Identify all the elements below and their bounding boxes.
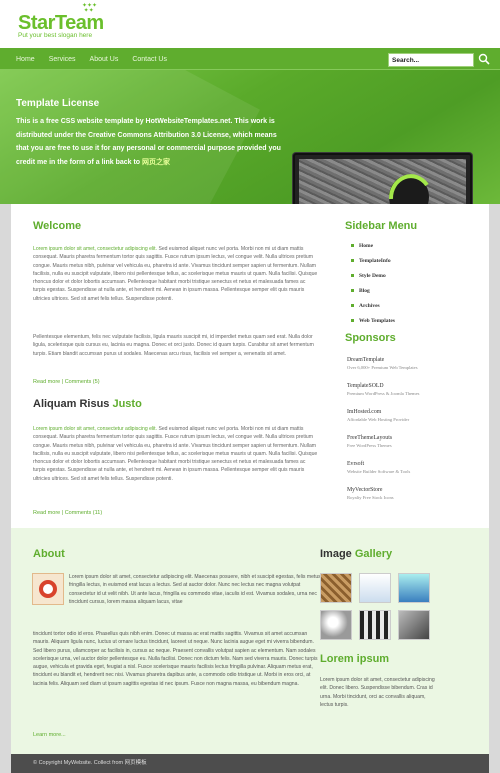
- sidebar-item-blog[interactable]: Blog: [351, 287, 395, 302]
- sidebar-item-style-demo[interactable]: Style Demo: [351, 272, 395, 287]
- image-gallery: [320, 573, 440, 640]
- nav-services[interactable]: Services: [49, 55, 76, 66]
- footer: © Copyright MyWebsite. Collect from 网页模板: [11, 754, 489, 773]
- sidebar-title: Sidebar Menu: [345, 220, 418, 232]
- nav-home[interactable]: Home: [16, 55, 35, 66]
- sponsor-item[interactable]: MyVectorStore Royalty Free Stock Icons: [347, 487, 419, 513]
- welcome-paragraph-2: Pellentesque elementum, felis nec vulput…: [33, 334, 314, 357]
- aliquam-read-more-link[interactable]: Read more | Comments (11): [33, 509, 102, 518]
- sidebar-item-templateinfo[interactable]: TemplateInfo: [351, 257, 395, 272]
- gallery-thumb-3[interactable]: [398, 573, 430, 603]
- gallery-thumb-1[interactable]: [320, 573, 352, 603]
- sponsor-item[interactable]: Evrsoft Website Builder Software & Tools: [347, 461, 419, 487]
- nav-contact-us[interactable]: Contact Us: [132, 55, 167, 66]
- aliquam-title: Aliquam Risus Justo: [33, 398, 142, 410]
- banner-text: This is a free CSS website template by H…: [16, 118, 281, 166]
- page: StarTeam ✦✦✦ ✦✦ Put your best slogan her…: [0, 0, 500, 773]
- welcome-paragraph-1: Lorem ipsum dolor sit amet, consectetur …: [33, 246, 318, 302]
- gallery-thumb-2[interactable]: [359, 573, 391, 603]
- gallery-thumb-4[interactable]: [320, 610, 352, 640]
- about-learn-more-link[interactable]: Learn more...: [33, 731, 66, 740]
- main-content: Welcome Lorem ipsum dolor sit amet, cons…: [11, 204, 489, 528]
- banner-link[interactable]: 网页之家: [142, 159, 170, 166]
- search-input[interactable]: Search...: [388, 53, 474, 67]
- bottom-section: About Lorem ipsum dolor sit amet, consec…: [11, 528, 489, 754]
- welcome-read-more-link[interactable]: Read more | Comments (5): [33, 378, 100, 387]
- gallery-thumb-6[interactable]: [398, 610, 430, 640]
- banner-screen-image: [293, 153, 472, 204]
- sidebar-item-home[interactable]: Home: [351, 242, 395, 257]
- nav-about-us[interactable]: About Us: [90, 55, 119, 66]
- sidebar-menu: Home TemplateInfo Style Demo Blog Archiv…: [351, 242, 395, 332]
- sidebar-item-archives[interactable]: Archives: [351, 302, 395, 317]
- slogan: Put your best slogan here: [18, 32, 93, 39]
- sponsor-item[interactable]: DreamTemplate Over 6,000+ Premium Web Tem…: [347, 357, 419, 383]
- footer-copyright: © Copyright MyWebsite. Collect from 网页模板: [33, 760, 147, 766]
- gallery-thumb-5[interactable]: [359, 610, 391, 640]
- sponsors-list: DreamTemplate Over 6,000+ Premium Web Tem…: [347, 357, 419, 513]
- sponsors-title: Sponsors: [345, 332, 396, 344]
- banner-title: Template License: [16, 98, 100, 109]
- about-target-image: [32, 573, 64, 605]
- welcome-lead: Lorem ipsum dolor sit amet, consectetur …: [33, 246, 158, 252]
- lorem-paragraph: Lorem ipsum dolor sit amet, consectetur …: [320, 677, 435, 708]
- welcome-title: Welcome: [33, 220, 82, 232]
- aliquam-paragraph: Lorem ipsum dolor sit amet, consectetur …: [33, 426, 318, 482]
- logo-stars-icon: ✦✦✦ ✦✦: [82, 3, 98, 14]
- main-nav: Home Services About Us Contact Us: [16, 55, 181, 66]
- sponsor-item[interactable]: TemplateSOLD Premium WordPress & Joomla T…: [347, 383, 419, 409]
- gallery-title: Image Gallery: [320, 548, 393, 560]
- about-title: About: [33, 548, 65, 560]
- sponsor-item[interactable]: ImHosted.com Affordable Web Hosting Provi…: [347, 409, 419, 435]
- sponsor-item[interactable]: FreeThemeLayouts Free WordPress Themes: [347, 435, 419, 461]
- about-paragraph-1: Lorem ipsum dolor sit amet, consectetur …: [69, 574, 321, 605]
- search-icon[interactable]: [478, 53, 490, 65]
- header: StarTeam ✦✦✦ ✦✦ Put your best slogan her…: [0, 0, 500, 48]
- about-paragraph-2: tincidunt tortor odio id eros. Phasellus…: [33, 631, 318, 687]
- banner: Template License This is a free CSS webs…: [0, 70, 500, 204]
- lorem-title: Lorem ipsum: [320, 653, 390, 665]
